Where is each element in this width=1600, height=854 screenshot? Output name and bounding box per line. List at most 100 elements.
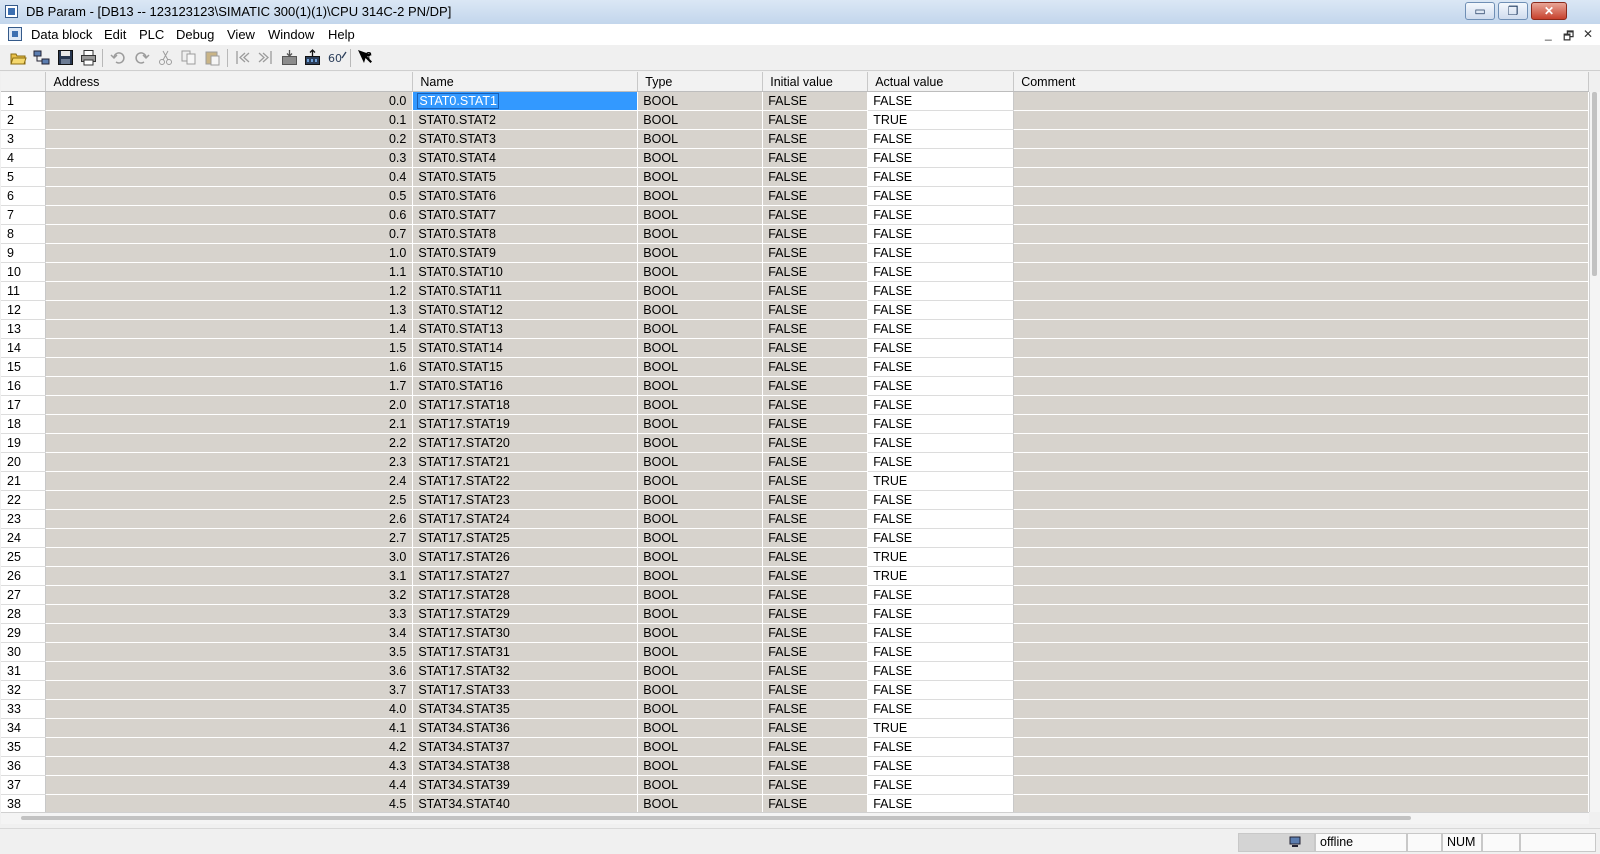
name-cell[interactable]: STAT0.STAT2 — [412, 110, 639, 130]
initial-value-cell[interactable]: FALSE — [762, 91, 869, 111]
actual-value-cell[interactable]: TRUE — [867, 566, 1015, 586]
type-cell[interactable]: BOOL — [637, 205, 764, 225]
name-cell[interactable]: STAT0.STAT6 — [412, 186, 639, 206]
type-cell[interactable]: BOOL — [637, 433, 764, 453]
row-number[interactable]: 37 — [1, 775, 47, 795]
type-cell[interactable]: BOOL — [637, 585, 764, 605]
row-number[interactable]: 28 — [1, 604, 47, 624]
initial-value-cell[interactable]: FALSE — [762, 794, 869, 812]
name-cell[interactable]: STAT17.STAT21 — [412, 452, 639, 472]
row-number[interactable]: 19 — [1, 433, 47, 453]
row-number[interactable]: 32 — [1, 680, 47, 700]
table-row[interactable]: 21 2.4 STAT17.STAT22 BOOL FALSE TRUE — [1, 471, 1589, 491]
initial-value-cell[interactable]: FALSE — [762, 110, 869, 130]
actual-value-cell[interactable]: FALSE — [867, 642, 1015, 662]
name-cell[interactable]: STAT34.STAT36 — [412, 718, 639, 738]
table-row[interactable]: 12 1.3 STAT0.STAT12 BOOL FALSE FALSE — [1, 300, 1589, 320]
table-row[interactable]: 30 3.5 STAT17.STAT31 BOOL FALSE FALSE — [1, 642, 1589, 662]
comment-cell[interactable] — [1013, 376, 1589, 396]
comment-cell[interactable] — [1013, 604, 1589, 624]
initial-value-cell[interactable]: FALSE — [762, 699, 869, 719]
app-icon[interactable] — [5, 5, 18, 18]
type-cell[interactable]: BOOL — [637, 167, 764, 187]
initial-value-cell[interactable]: FALSE — [762, 490, 869, 510]
address-cell[interactable]: 3.2 — [45, 585, 414, 605]
name-cell[interactable]: STAT34.STAT40 — [412, 794, 639, 812]
actual-value-cell[interactable]: FALSE — [867, 262, 1015, 282]
comment-cell[interactable] — [1013, 300, 1589, 320]
row-number[interactable]: 8 — [1, 224, 47, 244]
actual-value-cell[interactable]: TRUE — [867, 547, 1015, 567]
initial-value-cell[interactable]: FALSE — [762, 737, 869, 757]
type-cell[interactable]: BOOL — [637, 471, 764, 491]
name-cell[interactable]: STAT17.STAT24 — [412, 509, 639, 529]
address-cell[interactable]: 3.5 — [45, 642, 414, 662]
address-cell[interactable]: 0.7 — [45, 224, 414, 244]
table-row[interactable]: 22 2.5 STAT17.STAT23 BOOL FALSE FALSE — [1, 490, 1589, 510]
table-row[interactable]: 27 3.2 STAT17.STAT28 BOOL FALSE FALSE — [1, 585, 1589, 605]
type-cell[interactable]: BOOL — [637, 547, 764, 567]
name-cell[interactable]: STAT17.STAT26 — [412, 547, 639, 567]
comment-cell[interactable] — [1013, 91, 1589, 111]
address-cell[interactable]: 2.2 — [45, 433, 414, 453]
comment-cell[interactable] — [1013, 737, 1589, 757]
first-icon[interactable] — [234, 49, 251, 66]
name-cell[interactable]: STAT0.STAT3 — [412, 129, 639, 149]
name-cell[interactable]: STAT17.STAT19 — [412, 414, 639, 434]
actual-value-cell[interactable]: FALSE — [867, 775, 1015, 795]
address-cell[interactable]: 3.7 — [45, 680, 414, 700]
actual-value-cell[interactable]: FALSE — [867, 148, 1015, 168]
monitor-icon[interactable]: 60 — [328, 49, 348, 66]
actual-value-cell[interactable]: FALSE — [867, 338, 1015, 358]
address-cell[interactable]: 1.4 — [45, 319, 414, 339]
comment-cell[interactable] — [1013, 490, 1589, 510]
table-row[interactable]: 24 2.7 STAT17.STAT25 BOOL FALSE FALSE — [1, 528, 1589, 548]
initial-value-cell[interactable]: FALSE — [762, 718, 869, 738]
table-row[interactable]: 35 4.2 STAT34.STAT37 BOOL FALSE FALSE — [1, 737, 1589, 757]
type-cell[interactable]: BOOL — [637, 452, 764, 472]
initial-value-cell[interactable]: FALSE — [762, 186, 869, 206]
comment-cell[interactable] — [1013, 794, 1589, 812]
actual-value-cell[interactable]: FALSE — [867, 756, 1015, 776]
vertical-scroll-thumb[interactable] — [1592, 92, 1597, 276]
actual-value-cell[interactable]: FALSE — [867, 661, 1015, 681]
comment-cell[interactable] — [1013, 452, 1589, 472]
actual-value-cell[interactable]: FALSE — [867, 205, 1015, 225]
comment-cell[interactable] — [1013, 319, 1589, 339]
address-cell[interactable]: 0.2 — [45, 129, 414, 149]
comment-cell[interactable] — [1013, 623, 1589, 643]
address-cell[interactable]: 3.6 — [45, 661, 414, 681]
comment-cell[interactable] — [1013, 395, 1589, 415]
comment-cell[interactable] — [1013, 110, 1589, 130]
name-cell[interactable]: STAT0.STAT11 — [412, 281, 639, 301]
actual-value-cell[interactable]: FALSE — [867, 604, 1015, 624]
type-cell[interactable]: BOOL — [637, 623, 764, 643]
actual-value-cell[interactable]: FALSE — [867, 794, 1015, 812]
initial-value-cell[interactable]: FALSE — [762, 281, 869, 301]
row-number[interactable]: 26 — [1, 566, 47, 586]
comment-cell[interactable] — [1013, 433, 1589, 453]
comment-cell[interactable] — [1013, 148, 1589, 168]
address-cell[interactable]: 2.0 — [45, 395, 414, 415]
actual-value-cell[interactable]: TRUE — [867, 718, 1015, 738]
vertical-scrollbar[interactable] — [1589, 92, 1600, 812]
type-cell[interactable]: BOOL — [637, 414, 764, 434]
row-number[interactable]: 21 — [1, 471, 47, 491]
data-table[interactable]: Address Name Type Initial value Actual v… — [1, 72, 1589, 812]
restore-button[interactable]: ❐ — [1498, 2, 1528, 20]
address-cell[interactable]: 1.5 — [45, 338, 414, 358]
name-cell[interactable]: STAT17.STAT29 — [412, 604, 639, 624]
name-cell[interactable]: STAT0.STAT4 — [412, 148, 639, 168]
comment-cell[interactable] — [1013, 414, 1589, 434]
network-icon[interactable] — [33, 49, 50, 66]
type-cell[interactable]: BOOL — [637, 91, 764, 111]
minimize-button[interactable]: ▭ — [1465, 2, 1495, 20]
type-cell[interactable]: BOOL — [637, 775, 764, 795]
row-number[interactable]: 1 — [1, 91, 47, 111]
actual-value-cell[interactable]: FALSE — [867, 243, 1015, 263]
initial-value-cell[interactable]: FALSE — [762, 585, 869, 605]
type-cell[interactable]: BOOL — [637, 319, 764, 339]
table-row[interactable]: 29 3.4 STAT17.STAT30 BOOL FALSE FALSE — [1, 623, 1589, 643]
menu-help[interactable]: Help — [328, 27, 355, 42]
copy-icon[interactable] — [180, 49, 197, 66]
